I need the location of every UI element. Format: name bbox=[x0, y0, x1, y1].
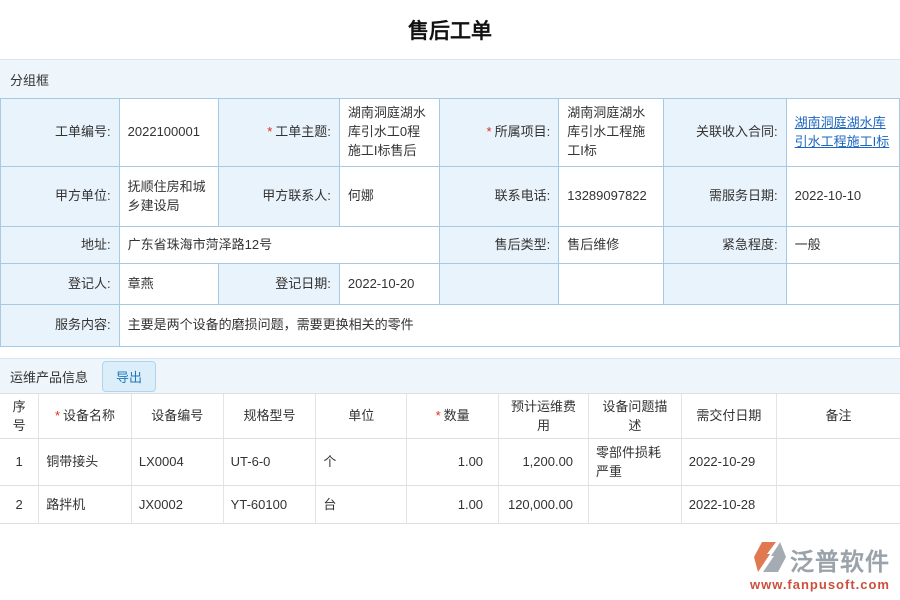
cell-model: UT-6-0 bbox=[222, 438, 316, 486]
col-unit: 单位 bbox=[315, 393, 407, 439]
cell-no: 1 bbox=[0, 438, 39, 486]
service-date-value: 2022-10-10 bbox=[785, 166, 900, 227]
empty-value-cell bbox=[558, 263, 665, 305]
cell-device-code: JX0002 bbox=[130, 485, 224, 524]
address-label: 地址: bbox=[0, 226, 120, 264]
groupbox-header: 分组框 bbox=[0, 59, 900, 98]
subject-value: 湖南洞庭湖水库引水工0程施工I标售后 bbox=[338, 98, 440, 167]
party-a-unit-value: 抚顺住房和城乡建设局 bbox=[118, 166, 220, 227]
aftersale-type-label: 售后类型: bbox=[438, 226, 560, 264]
page-title: 售后工单 bbox=[408, 20, 492, 43]
project-label: * 所属项目: bbox=[438, 98, 560, 167]
cell-remark bbox=[776, 438, 900, 486]
address-value: 广东省珠海市菏泽路12号 bbox=[118, 226, 440, 264]
table-row: 2 路拌机 JX0002 YT-60100 台 1.00 120,000.00 … bbox=[0, 485, 900, 524]
project-value: 湖南洞庭湖水库引水工程施工I标 bbox=[558, 98, 665, 167]
required-mark: * bbox=[267, 124, 273, 140]
products-section-header: 运维产品信息 导出 bbox=[0, 358, 900, 393]
required-mark: * bbox=[54, 408, 61, 424]
service-content-value: 主要是两个设备的磨损问题，需要更换相关的零件 bbox=[118, 304, 900, 347]
cell-remark bbox=[776, 485, 900, 524]
income-contract-link[interactable]: 湖南洞庭湖水库引水工程施工I标 bbox=[795, 115, 890, 149]
fanpu-logo-icon bbox=[753, 541, 787, 578]
party-a-contact-label: 甲方联系人: bbox=[218, 166, 340, 227]
register-date-value: 2022-10-20 bbox=[338, 263, 440, 305]
export-button[interactable]: 导出 bbox=[102, 360, 157, 392]
cell-no: 2 bbox=[0, 485, 39, 524]
urgency-label: 紧急程度: bbox=[663, 226, 787, 264]
products-table: 序号 * 设备名称 设备编号 规格型号 单位 * 数量 预计运维费用 设备问题描述 … bbox=[0, 393, 900, 524]
income-contract-label: 关联收入合同: bbox=[663, 98, 787, 167]
col-device-code: 设备编号 bbox=[130, 393, 224, 439]
col-issue: 设备问题描述 bbox=[588, 393, 682, 439]
subject-label: * 工单主题: bbox=[218, 98, 340, 167]
party-a-unit-label: 甲方单位: bbox=[0, 166, 120, 227]
products-header-row: 序号 * 设备名称 设备编号 规格型号 单位 * 数量 预计运维费用 设备问题描述 … bbox=[0, 393, 900, 439]
cell-due-date: 2022-10-28 bbox=[680, 485, 777, 524]
empty-label-cell bbox=[438, 263, 560, 305]
col-remark: 备注 bbox=[776, 393, 900, 439]
empty-label-cell bbox=[663, 263, 787, 305]
phone-value: 13289097822 bbox=[558, 166, 665, 227]
register-date-label: 登记日期: bbox=[218, 263, 340, 305]
col-no: 序号 bbox=[0, 393, 39, 439]
cell-due-date: 2022-10-29 bbox=[680, 438, 777, 486]
cell-cost: 1,200.00 bbox=[498, 438, 589, 486]
urgency-value: 一般 bbox=[785, 226, 900, 264]
col-device-name: * 设备名称 bbox=[38, 393, 132, 439]
cell-issue bbox=[588, 485, 682, 524]
cell-model: YT-60100 bbox=[222, 485, 316, 524]
col-due-date: 需交付日期 bbox=[680, 393, 777, 439]
service-content-label: 服务内容: bbox=[0, 304, 120, 347]
order-no-label: 工单编号: bbox=[0, 98, 120, 167]
cell-device-name: 铜带接头 bbox=[38, 438, 132, 486]
groupbox-title: 分组框 bbox=[10, 72, 50, 88]
aftersale-type-value: 售后维修 bbox=[558, 226, 665, 264]
vendor-footer: 泛普软件 www.fanpusoft.com bbox=[750, 541, 890, 592]
brand-name: 泛普软件 bbox=[790, 549, 890, 576]
table-row: 1 铜带接头 LX0004 UT-6-0 个 1.00 1,200.00 零部件… bbox=[0, 438, 900, 486]
cell-cost: 120,000.00 bbox=[498, 485, 589, 524]
cell-device-name: 路拌机 bbox=[38, 485, 132, 524]
service-date-label: 需服务日期: bbox=[663, 166, 787, 227]
cell-unit: 台 bbox=[315, 485, 407, 524]
cell-issue: 零部件损耗严重 bbox=[588, 438, 682, 486]
col-qty: * 数量 bbox=[406, 393, 499, 439]
required-mark: * bbox=[435, 408, 441, 424]
registrant-label: 登记人: bbox=[0, 263, 120, 305]
work-order-form: 工单编号: 2022100001 * 工单主题: 湖南洞庭湖水库引水工0程施工I标… bbox=[0, 98, 900, 347]
brand-url: www.fanpusoft.com bbox=[749, 577, 890, 592]
empty-value-cell bbox=[785, 263, 900, 305]
cell-qty: 1.00 bbox=[406, 485, 499, 524]
cell-qty: 1.00 bbox=[406, 438, 499, 486]
col-model: 规格型号 bbox=[222, 393, 316, 439]
products-section-title: 运维产品信息 bbox=[10, 369, 89, 385]
col-cost: 预计运维费用 bbox=[498, 393, 589, 439]
order-no-value: 2022100001 bbox=[118, 98, 220, 167]
phone-label: 联系电话: bbox=[438, 166, 560, 227]
cell-unit: 个 bbox=[315, 438, 407, 486]
party-a-contact-value: 何娜 bbox=[338, 166, 440, 227]
required-mark: * bbox=[486, 124, 492, 140]
cell-device-code: LX0004 bbox=[130, 438, 224, 486]
registrant-value: 章燕 bbox=[118, 263, 220, 305]
